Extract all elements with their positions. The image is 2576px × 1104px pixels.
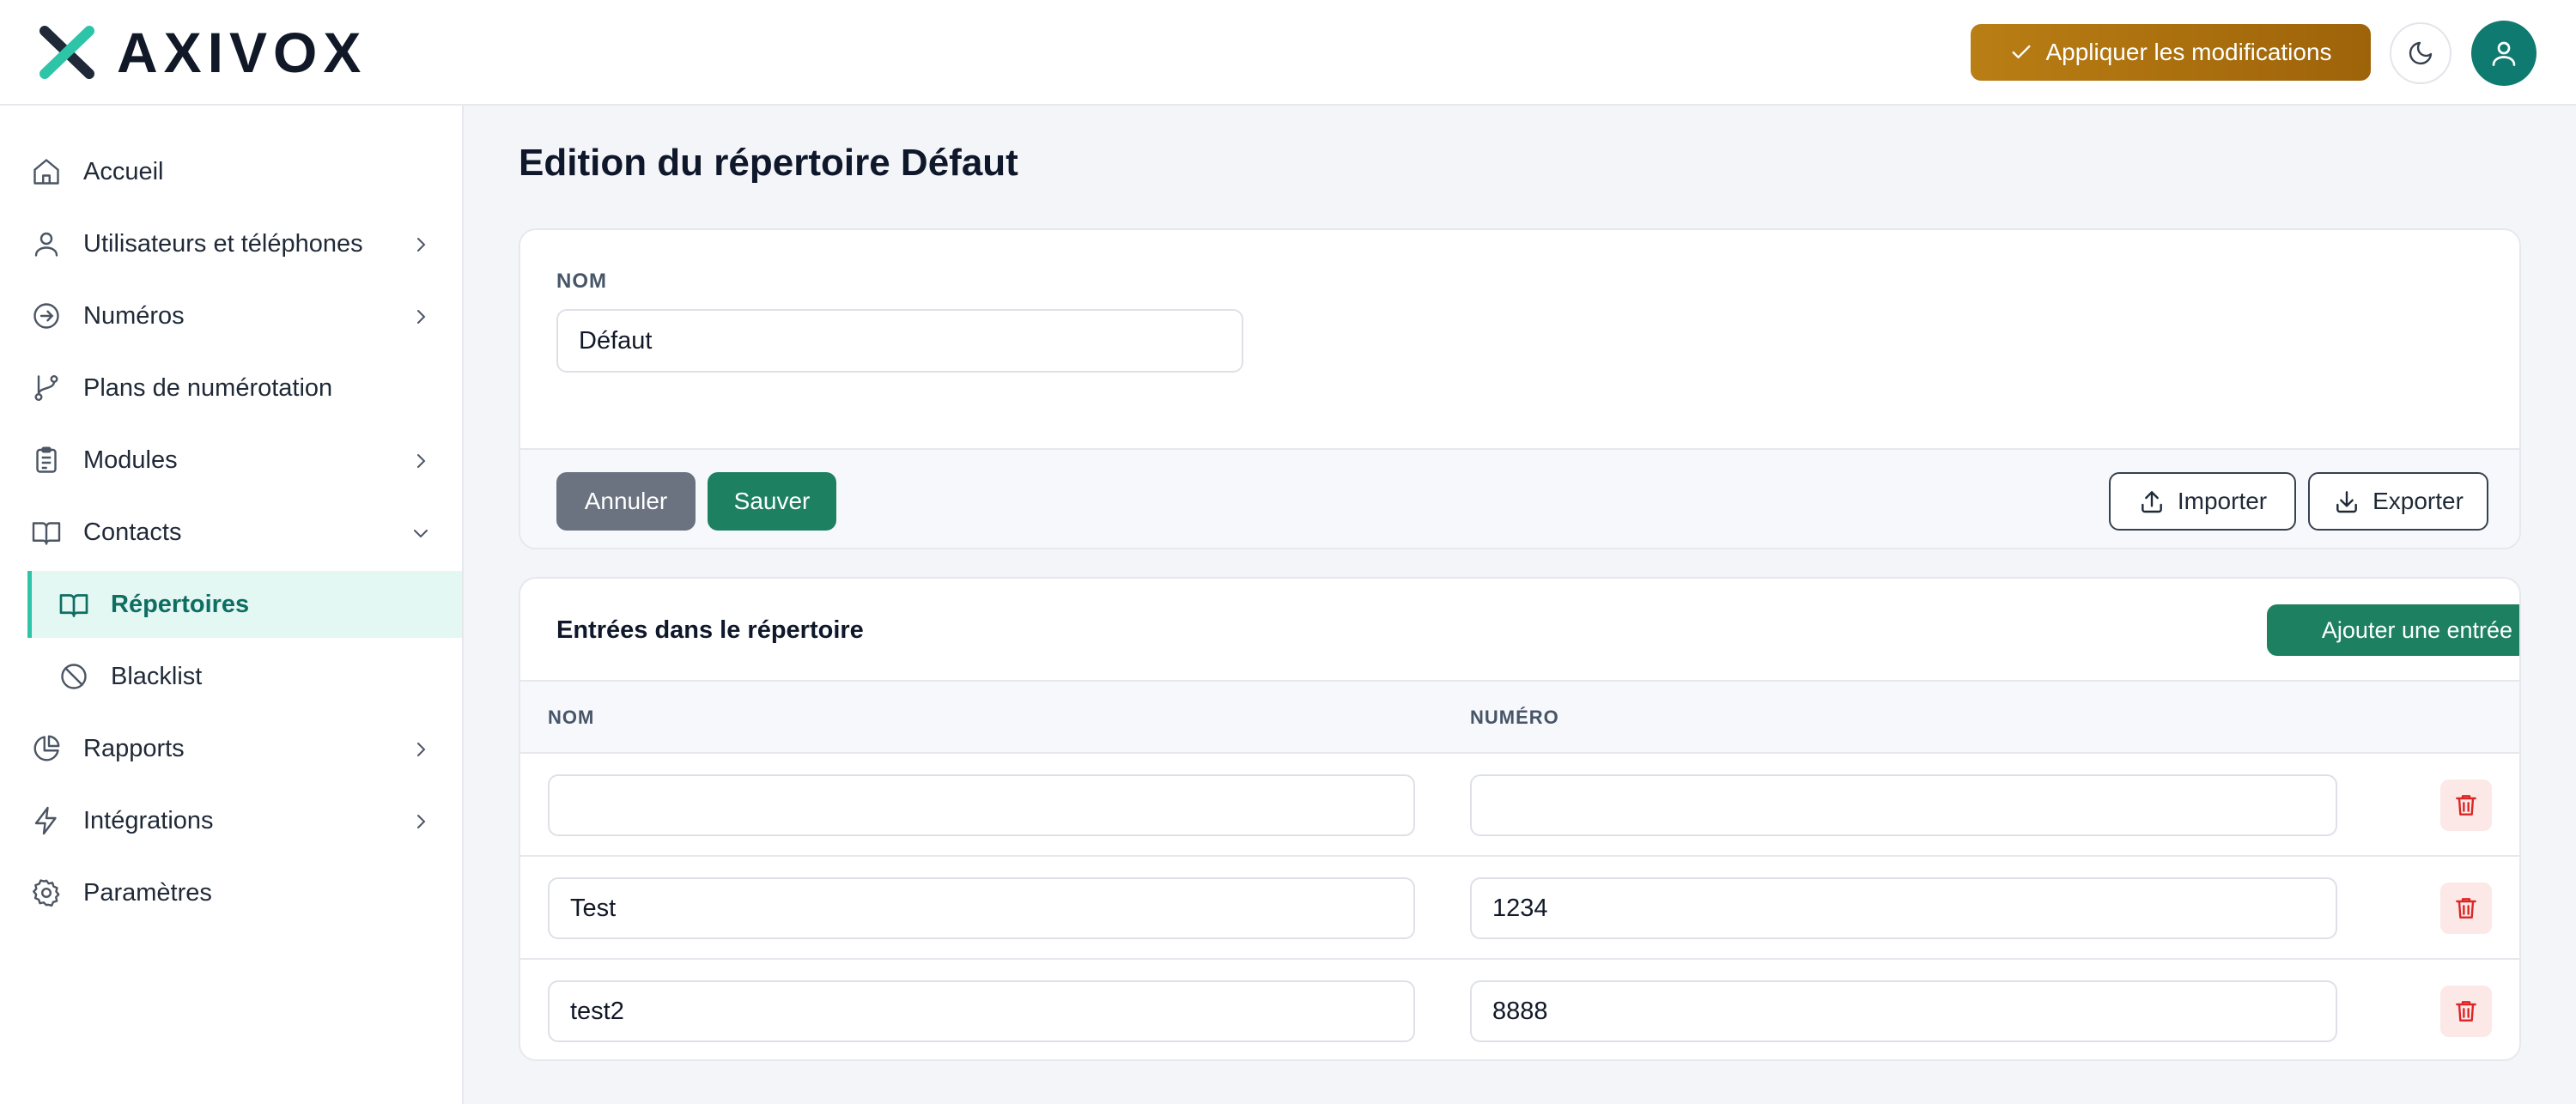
chevron-right-icon	[417, 238, 426, 252]
clipboard-icon	[36, 446, 57, 473]
entry-number-input[interactable]	[1470, 774, 2337, 836]
delete-entry-button[interactable]	[2440, 779, 2492, 831]
cancel-button[interactable]: Annuler	[556, 472, 696, 531]
brand-logo[interactable]: AXIVOX	[38, 24, 367, 81]
sidebar-item-label: Répertoires	[111, 591, 250, 618]
sidebar-item-label: Utilisateurs et téléphones	[83, 230, 363, 258]
sidebar-item-contacts[interactable]: Contacts	[0, 499, 462, 566]
delete-entry-button[interactable]	[2440, 883, 2492, 934]
table-header: NOM NUMÉRO	[520, 680, 2519, 754]
theme-toggle-button[interactable]	[2390, 22, 2451, 84]
axivox-logo-icon	[39, 26, 94, 79]
user-avatar-button[interactable]	[2471, 21, 2537, 86]
column-header-nom: NOM	[548, 707, 595, 728]
sidebar-item-label: Intégrations	[83, 807, 214, 834]
sidebar-item-label: Numéros	[83, 302, 185, 330]
git-branch-icon	[34, 374, 58, 401]
entry-name-input[interactable]	[548, 774, 1415, 836]
ban-icon	[61, 664, 87, 689]
import-label: Importer	[2177, 488, 2268, 514]
entry-name-input[interactable]	[548, 980, 1415, 1042]
arrow-circle-icon	[33, 303, 59, 329]
gear-icon	[33, 879, 60, 907]
home-icon	[33, 159, 59, 185]
sidebar-item-accueil[interactable]: Accueil	[0, 138, 462, 205]
brand-name: AXIVOX	[117, 21, 368, 84]
table-row	[520, 960, 2519, 1059]
sidebar-item-utilisateurs[interactable]: Utilisateurs et téléphones	[0, 210, 462, 277]
check-icon	[2012, 45, 2031, 59]
column-header-numero: NUMÉRO	[1470, 707, 1559, 728]
sidebar-item-numeros[interactable]: Numéros	[0, 282, 462, 349]
sidebar-item-integrations[interactable]: Intégrations	[0, 787, 462, 854]
apply-changes-button[interactable]: Appliquer les modifications	[1971, 24, 2371, 81]
chevron-right-icon	[417, 815, 426, 828]
form-actions-bar: Annuler Sauver Importer Exporter	[520, 448, 2519, 548]
entry-number-input[interactable]	[1470, 877, 2337, 939]
upload-icon	[2142, 491, 2162, 513]
moon-icon	[2409, 41, 2433, 65]
directory-name-input[interactable]	[556, 309, 1243, 373]
sidebar: Accueil Utilisateurs et téléphones Numér…	[0, 106, 464, 1104]
sidebar-item-parametres[interactable]: Paramètres	[0, 859, 462, 926]
page-title: Edition du répertoire Défaut	[519, 142, 1018, 184]
sidebar-item-label: Plans de numérotation	[83, 374, 333, 402]
entry-name-input[interactable]	[548, 877, 1415, 939]
save-button[interactable]: Sauver	[708, 472, 836, 531]
sidebar-item-modules[interactable]: Modules	[0, 427, 462, 494]
export-label: Exporter	[2372, 488, 2464, 514]
chevron-right-icon	[417, 310, 426, 324]
chevron-right-icon	[417, 454, 426, 468]
download-icon	[2336, 491, 2357, 513]
entries-card: Entrées dans le répertoire Ajouter une e…	[519, 577, 2521, 1061]
sidebar-item-label: Accueil	[83, 158, 164, 185]
entry-number-input[interactable]	[1470, 980, 2337, 1042]
table-row	[520, 754, 2519, 857]
sidebar-item-label: Modules	[83, 446, 178, 474]
chevron-down-icon	[414, 530, 428, 538]
sidebar-item-repertoires[interactable]: Répertoires	[27, 571, 462, 638]
sidebar-item-label: Paramètres	[83, 879, 212, 907]
trash-icon	[2456, 898, 2476, 919]
trash-icon	[2456, 795, 2476, 816]
sidebar-item-label: Contacts	[83, 519, 182, 546]
sidebar-item-label: Blacklist	[111, 663, 203, 690]
sidebar-item-plans[interactable]: Plans de numérotation	[0, 355, 462, 422]
book-icon	[32, 522, 61, 545]
pie-chart-icon	[33, 735, 60, 761]
entries-title: Entrées dans le répertoire	[556, 616, 864, 644]
name-field-label: NOM	[556, 270, 607, 293]
user-icon	[2492, 41, 2516, 66]
sidebar-item-blacklist[interactable]: Blacklist	[0, 643, 462, 710]
sidebar-item-rapports[interactable]: Rapports	[0, 715, 462, 782]
export-button[interactable]: Exporter	[2308, 472, 2488, 531]
table-row	[520, 857, 2519, 960]
lightning-icon	[34, 806, 57, 835]
top-bar: AXIVOX Appliquer les modifications	[0, 0, 2576, 106]
sidebar-item-label: Rapports	[83, 735, 185, 762]
import-button[interactable]: Importer	[2109, 472, 2296, 531]
apply-changes-label: Appliquer les modifications	[2045, 39, 2332, 65]
delete-entry-button[interactable]	[2440, 986, 2492, 1037]
trash-icon	[2456, 1001, 2476, 1022]
user-icon	[34, 232, 58, 257]
directory-form-card: NOM Annuler Sauver Importer Exporter	[519, 228, 2521, 549]
add-entry-button[interactable]: Ajouter une entrée	[2267, 604, 2519, 656]
chevron-right-icon	[417, 743, 426, 756]
book-open-icon	[59, 594, 88, 617]
